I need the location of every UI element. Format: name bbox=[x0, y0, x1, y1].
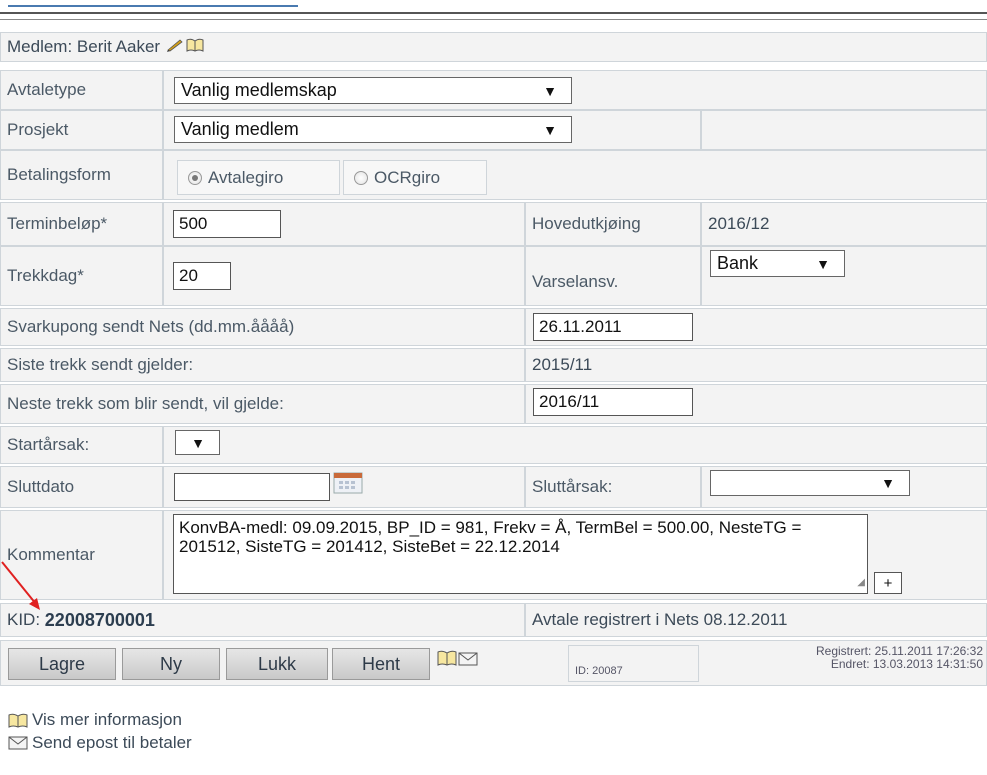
radio-avtalegiro[interactable]: Avtalegiro bbox=[177, 160, 340, 195]
neste-trekk-label: Neste trekk som blir sendt, vil gjelde: bbox=[0, 384, 525, 424]
mail-icon[interactable] bbox=[458, 651, 478, 671]
svarkupong-label: Svarkupong sendt Nets (dd.mm.åååå) bbox=[0, 308, 525, 346]
chevron-down-icon: ▼ bbox=[543, 82, 557, 99]
svarkupong-input[interactable]: 26.11.2011 bbox=[533, 313, 693, 341]
book-icon[interactable] bbox=[186, 37, 204, 57]
neste-trekk-input[interactable]: 2016/11 bbox=[533, 388, 693, 416]
radio-ocrgiro[interactable]: OCRgiro bbox=[343, 160, 487, 195]
radio-avtalegiro-label: Avtalegiro bbox=[208, 167, 284, 187]
annotation-arrow-icon bbox=[1, 561, 40, 610]
ny-button[interactable]: Ny bbox=[122, 648, 220, 680]
startarsak-select[interactable]: ▼ bbox=[175, 430, 220, 455]
kommentar-plus-button[interactable]: + bbox=[874, 572, 902, 594]
startarsak-label: Startårsak: bbox=[0, 426, 163, 464]
siste-trekk-value: 2015/11 bbox=[525, 348, 987, 382]
sluttdato-input[interactable] bbox=[174, 473, 330, 501]
prosjekt-extra-cell bbox=[701, 110, 987, 150]
pencil-icon[interactable] bbox=[166, 37, 184, 57]
betalingsform-label: Betalingsform bbox=[0, 150, 163, 200]
book-icon[interactable] bbox=[437, 650, 457, 671]
avtaletype-label: Avtaletype bbox=[0, 70, 163, 110]
terminbelop-label: Terminbeløp* bbox=[0, 202, 163, 246]
member-prefix: Medlem: bbox=[7, 37, 73, 56]
send-epost-link[interactable]: Send epost til betaler bbox=[8, 733, 192, 753]
radio-ocrgiro-label: OCRgiro bbox=[374, 167, 441, 187]
book-icon bbox=[8, 713, 28, 728]
endret-text: Endret: 13.03.2013 14:31:50 bbox=[830, 657, 983, 671]
prosjekt-label: Prosjekt bbox=[0, 110, 163, 150]
header-divider bbox=[0, 12, 987, 14]
radio-checked-icon bbox=[188, 170, 202, 185]
member-header: Medlem: Berit Aaker bbox=[0, 32, 987, 62]
terminbelop-input[interactable]: 500 bbox=[173, 210, 281, 238]
vis-mer-label: Vis mer informasjon bbox=[32, 710, 182, 729]
kommentar-text: KonvBA-medl: 09.09.2015, BP_ID = 981, Fr… bbox=[179, 518, 802, 556]
startarsak-cell bbox=[163, 426, 987, 464]
top-link-underline bbox=[8, 0, 298, 7]
lagre-button[interactable]: Lagre bbox=[8, 648, 116, 680]
kid-value: 22008700001 bbox=[44, 609, 155, 630]
hovedutkjoring-label: Hovedutkjøing bbox=[525, 202, 701, 246]
resize-handle-icon[interactable]: ◢ bbox=[857, 573, 865, 592]
varselansv-label: Varselansv. bbox=[525, 246, 701, 306]
hovedutkjoring-value: 2016/12 bbox=[701, 202, 987, 246]
hent-button[interactable]: Hent bbox=[332, 648, 430, 680]
radio-unchecked-icon bbox=[354, 170, 368, 185]
chevron-down-icon: ▼ bbox=[881, 475, 895, 491]
nets-status: Avtale registrert i Nets 08.12.2011 bbox=[525, 603, 987, 637]
header-divider-thin bbox=[0, 19, 987, 20]
chevron-down-icon: ▼ bbox=[816, 255, 830, 272]
prosjekt-select[interactable]: Vanlig medlem ▼ bbox=[174, 116, 572, 143]
record-id: ID: 20087 bbox=[568, 645, 699, 682]
avtaletype-value: Vanlig medlemskap bbox=[181, 80, 337, 100]
send-epost-label: Send epost til betaler bbox=[32, 733, 192, 752]
sluttarsak-select[interactable]: ▼ bbox=[710, 470, 910, 496]
varselansv-select[interactable]: Bank ▼ bbox=[710, 250, 845, 277]
siste-trekk-label: Siste trekk sendt gjelder: bbox=[0, 348, 525, 382]
mail-icon bbox=[8, 736, 28, 750]
chevron-down-icon: ▼ bbox=[191, 434, 205, 451]
kommentar-textarea[interactable]: KonvBA-medl: 09.09.2015, BP_ID = 981, Fr… bbox=[173, 514, 868, 594]
avtaletype-select[interactable]: Vanlig medlemskap ▼ bbox=[174, 77, 572, 104]
trekkdag-input[interactable]: 20 bbox=[173, 262, 231, 290]
prosjekt-value: Vanlig medlem bbox=[181, 119, 299, 139]
sluttarsak-label: Sluttårsak: bbox=[525, 466, 701, 508]
chevron-down-icon: ▼ bbox=[543, 121, 557, 138]
member-name: Berit Aaker bbox=[76, 37, 161, 56]
kid-cell: KID: 22008700001 bbox=[0, 603, 525, 637]
vis-mer-link[interactable]: Vis mer informasjon bbox=[8, 710, 182, 730]
calendar-icon[interactable] bbox=[333, 472, 363, 499]
trekkdag-label: Trekkdag* bbox=[0, 246, 163, 306]
sluttdato-label: Sluttdato bbox=[0, 466, 163, 508]
timestamps: Registrert: 25.11.2011 17:26:32 Endret: … bbox=[701, 645, 987, 682]
lukk-button[interactable]: Lukk bbox=[226, 648, 328, 680]
varselansv-value: Bank bbox=[717, 253, 759, 273]
